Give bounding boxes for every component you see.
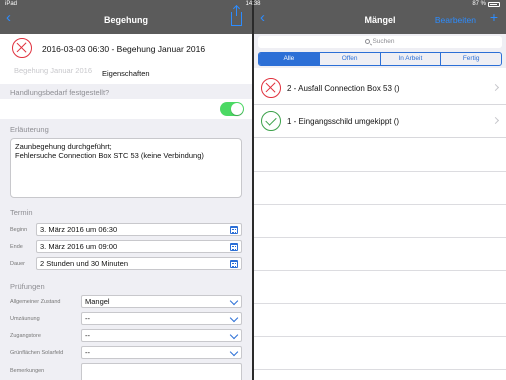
erlaeuterung-textarea[interactable]: Zaunbegehung durchgeführt; Fehlersuche C… (10, 138, 242, 198)
segment-fertig[interactable]: Fertig (440, 53, 501, 65)
termin-label: Termin (10, 208, 33, 217)
left-nav-title: Begehung (104, 15, 148, 25)
handlungsbedarf-label: Handlungsbedarf festgestellt? (10, 88, 110, 97)
properties-button[interactable]: Eigenschaften (102, 69, 150, 78)
empty-row-separator (254, 270, 506, 271)
status-open-icon (261, 78, 281, 98)
zustand-label: Allgemeiner Zustand (10, 299, 61, 305)
chevron-down-icon (229, 296, 239, 306)
search-placeholder: Suchen (372, 38, 395, 45)
zugangstore-select[interactable]: -- (81, 329, 242, 342)
defect-label: 1 - Eingangsschild umgekippt () (287, 117, 400, 126)
ende-field[interactable]: 3. März 2016 um 09:00 (36, 240, 242, 253)
zustand-value: Mangel (85, 297, 110, 306)
zugangstore-label: Zugangstore (10, 333, 41, 339)
handlungsbedarf-toggle[interactable] (220, 102, 244, 116)
defect-label: 2 - Ausfall Connection Box 53 () (287, 84, 400, 93)
ende-value: 3. März 2016 um 09:00 (40, 242, 118, 251)
filter-segmented-control: Alle Offen In Arbeit Fertig (258, 52, 502, 66)
inspection-title-ghost: Begehung Januar 2016 (14, 66, 92, 75)
list-item[interactable]: 2 - Ausfall Connection Box 53 () (254, 72, 506, 105)
chevron-down-icon (229, 330, 239, 340)
ende-label: Ende (10, 244, 23, 250)
defects-pane: ‹ Mängel Bearbeiten + Suchen Alle Offen … (254, 0, 506, 380)
empty-row-separator (254, 237, 506, 238)
zustand-select[interactable]: Mangel (81, 295, 242, 308)
zugangstore-value: -- (85, 331, 90, 340)
pruefungen-label: Prüfungen (10, 282, 45, 291)
inspection-header: 2016-03-03 06:30 - Begehung Januar 2016 … (0, 34, 252, 84)
chevron-right-icon (491, 83, 500, 92)
beginn-label: Beginn (10, 227, 28, 233)
dauer-field[interactable]: 2 Stunden und 30 Minuten (36, 257, 242, 270)
list-item[interactable]: 1 - Eingangsschild umgekippt () (254, 105, 506, 138)
beginn-field[interactable]: 3. März 2016 um 06:30 (36, 223, 242, 236)
clock: 14:38 (245, 1, 261, 7)
add-icon[interactable]: + (490, 10, 498, 24)
umzaeunung-label: Umzäunung (10, 316, 40, 322)
status-bar: iPad 14:38 87 % (0, 0, 506, 8)
chevron-down-icon (229, 347, 239, 357)
segment-in-arbeit[interactable]: In Arbeit (379, 53, 441, 65)
empty-row-separator (254, 171, 506, 172)
gruenflaechen-value: -- (85, 348, 90, 357)
calendar-icon[interactable] (230, 260, 238, 268)
segment-offen[interactable]: Offen (318, 53, 380, 65)
battery-icon (488, 1, 500, 7)
filter-bar: Alle Offen In Arbeit Fertig (254, 50, 506, 68)
search-input[interactable]: Suchen (258, 36, 502, 48)
search-bar: Suchen (254, 34, 506, 50)
chevron-down-icon (229, 313, 239, 323)
dauer-label: Dauer (10, 261, 25, 267)
empty-row-separator (254, 204, 506, 205)
umzaeunung-value: -- (85, 314, 90, 323)
calendar-icon[interactable] (230, 243, 238, 251)
detail-pane: ‹ Begehung 2016-03-03 06:30 - Begehung J… (0, 0, 252, 380)
gruenflaechen-select[interactable]: -- (81, 346, 242, 359)
handlungsbedarf-row (0, 99, 252, 119)
calendar-icon[interactable] (230, 226, 238, 234)
status-right: 87 % (472, 1, 500, 7)
inspection-title: 2016-03-03 06:30 - Begehung Januar 2016 (42, 44, 206, 54)
status-open-icon (12, 38, 32, 58)
battery-percentage: 87 % (472, 1, 486, 7)
beginn-value: 3. März 2016 um 06:30 (40, 225, 118, 234)
segment-alle[interactable]: Alle (259, 53, 319, 65)
status-done-icon (261, 111, 281, 131)
chevron-right-icon (491, 116, 500, 125)
empty-row-separator (254, 336, 506, 337)
dauer-value: 2 Stunden und 30 Minuten (40, 259, 128, 268)
empty-row-separator (254, 369, 506, 370)
edit-button[interactable]: Bearbeiten (435, 15, 476, 25)
bemerkungen-field[interactable] (81, 363, 242, 380)
bemerkungen-label: Bemerkungen (10, 368, 45, 374)
erlaeuterung-label: Erläuterung (10, 125, 49, 134)
empty-row-separator (254, 303, 506, 304)
share-icon[interactable] (231, 6, 242, 26)
umzaeunung-select[interactable]: -- (81, 312, 242, 325)
search-icon (365, 39, 371, 44)
gruenflaechen-label: Grünflächen Solarfeld (10, 350, 64, 356)
